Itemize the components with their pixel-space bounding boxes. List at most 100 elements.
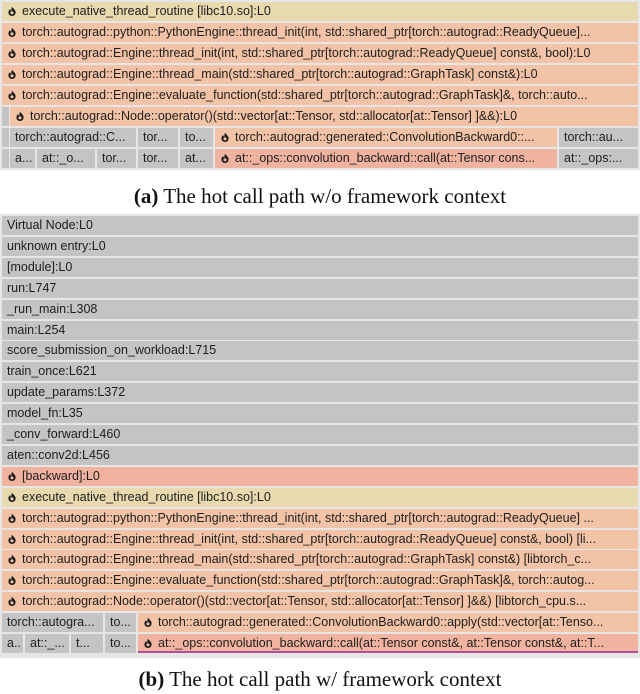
caption-b-label: (b) bbox=[138, 667, 165, 691]
stack-frame-label: update_params:L372 bbox=[7, 385, 126, 400]
stack-frame-label: model_fn:L35 bbox=[7, 406, 83, 421]
stack-frame[interactable]: torch::autograd::generated::ConvolutionB… bbox=[138, 613, 638, 633]
stack-frame[interactable]: at::_... bbox=[25, 634, 69, 653]
stack-frame-label: torch::autograd::Node::operator()(std::v… bbox=[30, 109, 518, 123]
stack-frame[interactable]: [backward]:L0 bbox=[2, 466, 638, 486]
flamegraph-b-row: _conv_forward:L460 bbox=[0, 425, 640, 444]
stack-frame[interactable]: to... bbox=[180, 128, 213, 147]
flamegraph-b-row: Virtual Node:L0 bbox=[0, 216, 640, 235]
stack-frame[interactable]: model_fn:L35 bbox=[2, 404, 638, 424]
stack-frame[interactable]: update_params:L372 bbox=[2, 383, 638, 403]
caption-a: (a) The hot call path w/o framework cont… bbox=[0, 184, 640, 209]
flamegraph-b-row: torch::autogra... to... torch::autograd::g… bbox=[0, 613, 640, 633]
stack-frame-label: _run_main:L308 bbox=[7, 301, 98, 316]
stack-frame[interactable]: aten::conv2d:L456 bbox=[2, 445, 638, 465]
flamegraph-b-row: main:L254 bbox=[0, 320, 640, 340]
stack-frame-label: at... bbox=[185, 151, 206, 165]
stack-frame[interactable]: main:L254 bbox=[2, 320, 638, 340]
stack-frame-label: t... bbox=[76, 636, 90, 650]
flamegraph-a-row: torch::autograd::Engine::evaluate_functi… bbox=[0, 86, 640, 105]
stack-frame[interactable]: a.. bbox=[2, 634, 23, 653]
stack-frame[interactable]: torch::autograd::Engine::evaluate_functi… bbox=[2, 571, 638, 591]
stack-frame[interactable]: torch::autograd::C... bbox=[10, 128, 136, 147]
stack-frame[interactable]: _conv_forward:L460 bbox=[2, 425, 638, 444]
stack-frame-label: to... bbox=[185, 130, 206, 144]
flamegraph-a-row: torch::autograd::Engine::thread_main(std… bbox=[0, 65, 640, 84]
stack-frame[interactable]: run:L747 bbox=[2, 278, 638, 298]
stack-frame[interactable]: to... bbox=[105, 634, 136, 653]
flamegraph-a-row: torch::autograd::Engine::thread_init(int… bbox=[0, 44, 640, 63]
stack-frame-label: torch::autograd::Engine::thread_init(int… bbox=[22, 46, 591, 60]
stack-frame[interactable]: t... bbox=[71, 634, 103, 653]
stack-frame[interactable]: torch::autograd::Engine::thread_init(int… bbox=[2, 44, 638, 63]
flamegraph-b-row: torch::autograd::Node::operator()(std::v… bbox=[0, 592, 640, 612]
flamegraph-b-row: run:L747 bbox=[0, 278, 640, 298]
stack-frame[interactable]: tor... bbox=[138, 149, 178, 168]
stack-frame-label: _conv_forward:L460 bbox=[7, 427, 121, 441]
stack-frame[interactable]: unknown entry:L0 bbox=[2, 236, 638, 256]
flamegraph-b-row: aten::conv2d:L456 bbox=[0, 445, 640, 465]
stack-frame[interactable]: torch::autograd::Node::operator()(std::v… bbox=[2, 592, 638, 612]
flame-icon bbox=[143, 635, 153, 648]
stack-frame[interactable]: at::_ops::convolution_backward::call(at:… bbox=[215, 149, 557, 168]
stack-frame[interactable]: torch::autograd::Engine::evaluate_functi… bbox=[2, 86, 638, 105]
stack-frame[interactable]: torch::autograd::Engine::thread_main(std… bbox=[2, 65, 638, 84]
stack-frame[interactable]: torch::autogra... bbox=[2, 613, 103, 633]
flamegraph-a-row: torch::autograd::Node::operator()(std::v… bbox=[0, 107, 640, 126]
flamegraph-b-row: [backward]:L0 bbox=[0, 466, 640, 486]
flame-icon bbox=[7, 510, 17, 523]
stack-frame-label: execute_native_thread_routine [libc10.so… bbox=[22, 4, 271, 18]
stack-frame-label: torch::autograd::generated::ConvolutionB… bbox=[158, 615, 604, 630]
stack-frame[interactable]: tor... bbox=[97, 149, 136, 168]
stack-frame[interactable]: torch::autograd::generated::ConvolutionB… bbox=[215, 128, 557, 147]
stack-frame-label: torch::autograd::python::PythonEngine::t… bbox=[22, 510, 594, 525]
stack-frame-label: torch::autograd::generated::ConvolutionB… bbox=[235, 130, 535, 144]
stack-frame[interactable]: execute_native_thread_routine [libc10.so… bbox=[2, 487, 638, 507]
stack-frame-label: a.. bbox=[7, 636, 21, 650]
stack-frame-label: to... bbox=[110, 636, 131, 650]
flamegraph-b-row: torch::autograd::Engine::thread_init(int… bbox=[0, 529, 640, 549]
stack-frame[interactable]: execute_native_thread_routine [libc10.so… bbox=[2, 2, 638, 21]
flamegraph-panel-b: Virtual Node:L0 unknown entry:L0 [module]:… bbox=[0, 214, 640, 660]
stack-frame[interactable]: torch::au... bbox=[559, 128, 638, 147]
flamegraph-a-row: torch::autograd::C... tor... to... torch::a… bbox=[0, 128, 640, 147]
stack-frame-label: execute_native_thread_routine [libc10.so… bbox=[22, 489, 271, 504]
stack-frame[interactable]: tor... bbox=[138, 128, 178, 147]
stack-frame[interactable]: at... bbox=[180, 149, 213, 168]
stack-frame-label: at::_o... bbox=[42, 151, 84, 165]
stack-frame[interactable]: to... bbox=[105, 613, 136, 633]
stack-frame[interactable]: [module]:L0 bbox=[2, 257, 638, 277]
stack-frame[interactable]: train_once:L621 bbox=[2, 362, 638, 382]
stack-frame-label: torch::au... bbox=[564, 130, 624, 144]
flamegraph-a-row: execute_native_thread_routine [libc10.so… bbox=[0, 2, 640, 21]
flamegraph-b-row: train_once:L621 bbox=[0, 362, 640, 382]
flamegraph-b-row: torch::autograd::Engine::evaluate_functi… bbox=[0, 571, 640, 591]
flame-icon bbox=[7, 468, 17, 481]
stack-frame[interactable]: score_submission_on_workload:L715 bbox=[2, 341, 638, 361]
flamegraph-a-row: a... at::_o... tor... tor... at... at::_ops::… bbox=[0, 149, 640, 168]
stack-frame[interactable]: _run_main:L308 bbox=[2, 299, 638, 319]
stack-frame[interactable]: torch::autograd::python::PythonEngine::t… bbox=[2, 23, 638, 42]
flamegraph-b-row: _run_main:L308 bbox=[0, 299, 640, 319]
stack-frame-label: tor... bbox=[143, 130, 168, 144]
stack-frame[interactable]: torch::autograd::Node::operator()(std::v… bbox=[10, 107, 638, 126]
stack-frame-label: at::_ops:... bbox=[564, 151, 623, 165]
stack-frame[interactable]: at::_ops:... bbox=[559, 149, 638, 168]
stack-frame-label: score_submission_on_workload:L715 bbox=[7, 343, 217, 358]
stack-frame[interactable]: at::_o... bbox=[37, 149, 95, 168]
stack-frame-label: torch::autograd::Node::operator()(std::v… bbox=[22, 594, 587, 609]
stack-frame-label: tor... bbox=[143, 151, 168, 165]
stack-frame-label: at::_ops::convolution_backward::call(at:… bbox=[235, 151, 536, 165]
stack-frame[interactable]: torch::autograd::Engine::thread_main(std… bbox=[2, 550, 638, 570]
stack-frame[interactable] bbox=[2, 149, 9, 168]
flamegraph-b-row: model_fn:L35 bbox=[0, 404, 640, 424]
stack-frame[interactable]: torch::autograd::Engine::thread_init(int… bbox=[2, 529, 638, 549]
stack-frame-label: torch::autograd::Engine::thread_main(std… bbox=[22, 552, 592, 567]
stack-frame[interactable]: a... bbox=[10, 149, 35, 168]
stack-frame[interactable] bbox=[2, 128, 9, 147]
flamegraph-b-row: [module]:L0 bbox=[0, 257, 640, 277]
stack-frame[interactable] bbox=[2, 107, 9, 126]
stack-frame[interactable]: torch::autograd::python::PythonEngine::t… bbox=[2, 508, 638, 528]
stack-frame[interactable]: Virtual Node:L0 bbox=[2, 216, 638, 235]
caption-b-text: The hot call path w/ framework context bbox=[164, 667, 502, 691]
